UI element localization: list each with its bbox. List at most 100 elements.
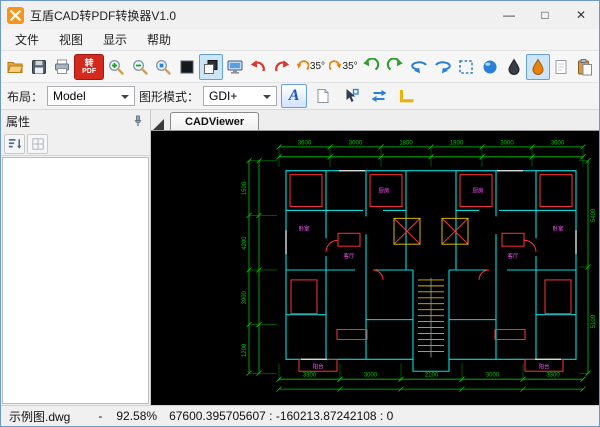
background-toggle-button[interactable] xyxy=(199,54,223,80)
open-button[interactable] xyxy=(3,54,27,80)
color-ink-button[interactable] xyxy=(526,54,550,80)
text-display-button[interactable]: A xyxy=(281,84,307,108)
convert-pdf-button[interactable]: 转 PDF xyxy=(74,54,104,80)
print-button[interactable] xyxy=(51,54,75,80)
rotate-ccw-button[interactable] xyxy=(359,54,383,80)
menu-help[interactable]: 帮助 xyxy=(137,29,181,50)
layout-label: 布局： xyxy=(7,88,43,105)
redo-arrow-icon xyxy=(273,58,291,76)
graphics-mode-label: 图形模式： xyxy=(139,88,199,105)
save-floppy-icon xyxy=(30,58,48,76)
cad-canvas[interactable]: 3600 3000 1800 1800 3000 3600 3300 3000 … xyxy=(151,131,599,405)
dimension-label: 3000 xyxy=(486,373,500,379)
status-bar: 示例图.dwg - 92.58% 67600.395705607 : -1602… xyxy=(1,405,599,426)
zoom-in-icon xyxy=(107,58,125,76)
view-toolbar: 布局： Model 图形模式： GDI+ A xyxy=(1,83,599,110)
zoom-out-icon xyxy=(131,58,149,76)
main-area: 属性 CADViewer xyxy=(1,110,599,405)
room-label: 卧室 xyxy=(299,224,311,232)
status-zoom-level: 92.58% xyxy=(116,409,157,423)
blank-page-button[interactable] xyxy=(550,54,574,80)
dimension-label: 1500 xyxy=(242,181,248,195)
dimension-label: 3000 xyxy=(349,140,363,146)
black-background-button[interactable] xyxy=(175,54,199,80)
undo-button[interactable] xyxy=(247,54,271,80)
status-filename: 示例图.dwg xyxy=(9,408,70,425)
pdf-button-line2: PDF xyxy=(82,68,96,75)
floor-plan-drawing: 3600 3000 1800 1800 3000 3600 3300 3000 … xyxy=(151,131,599,405)
tab-bar: CADViewer xyxy=(151,110,599,131)
grid-icon xyxy=(30,136,46,152)
window-title: 互盾CAD转PDF转换器V1.0 xyxy=(30,7,176,24)
dimension-label: 5100 xyxy=(591,314,597,328)
rotate-cw-button[interactable] xyxy=(383,54,407,80)
dimension-label: 1800 xyxy=(399,140,413,146)
dimension-label: 1800 xyxy=(450,140,464,146)
properties-toolbar xyxy=(1,132,150,156)
dark-droplet-icon xyxy=(505,58,523,76)
select-region-button[interactable] xyxy=(455,54,479,80)
layout-selected-value: Model xyxy=(53,89,86,103)
layout-select[interactable]: Model xyxy=(47,86,135,106)
dimension-label: 1200 xyxy=(242,343,248,357)
monitor-icon xyxy=(226,58,244,76)
maximize-button[interactable]: □ xyxy=(527,1,563,29)
clipboard-icon xyxy=(576,58,594,76)
properties-title: 属性 xyxy=(6,113,30,130)
grid-view-button[interactable] xyxy=(27,134,48,154)
chevron-down-icon xyxy=(121,95,129,103)
dimension-label: 5400 xyxy=(591,208,597,222)
menu-file[interactable]: 文件 xyxy=(5,29,49,50)
corner-line-icon xyxy=(398,87,416,105)
dimension-label: 3000 xyxy=(500,140,514,146)
dimension-label: 3000 xyxy=(364,373,378,379)
sort-button[interactable] xyxy=(4,134,25,154)
fit-screen-button[interactable] xyxy=(223,54,247,80)
chevron-down-icon xyxy=(263,95,271,103)
title-bar: 互盾CAD转PDF转换器V1.0 — □ ✕ xyxy=(1,1,599,29)
printer-icon xyxy=(53,58,71,76)
open-folder-icon xyxy=(6,58,24,76)
menu-bar: 文件 视图 显示 帮助 xyxy=(1,29,599,51)
rotate-right-arc-icon xyxy=(329,60,342,73)
dimension-label: 3600 xyxy=(551,140,565,146)
pin-icon[interactable] xyxy=(131,114,145,128)
undo-arrow-icon xyxy=(249,58,267,76)
zoom-in-button[interactable] xyxy=(104,54,128,80)
snap-pick-button[interactable] xyxy=(339,83,363,109)
cursor-pick-icon xyxy=(342,87,360,105)
blue-sphere-icon xyxy=(481,58,499,76)
sort-icon xyxy=(7,136,23,152)
properties-header: 属性 xyxy=(1,110,150,132)
redo-button[interactable] xyxy=(270,54,294,80)
swap-view-button[interactable] xyxy=(367,83,391,109)
rotate-right-angle-label: 35° xyxy=(343,61,358,72)
graphics-mode-select[interactable]: GDI+ xyxy=(203,86,277,106)
zoom-extents-button[interactable] xyxy=(152,54,176,80)
save-button[interactable] xyxy=(27,54,51,80)
room-label: 阳台 xyxy=(539,362,551,370)
tab-cadviewer[interactable]: CADViewer xyxy=(170,112,259,130)
menu-view[interactable]: 视图 xyxy=(49,29,93,50)
spin-left-button[interactable] xyxy=(407,54,431,80)
black-square-icon xyxy=(178,58,196,76)
menu-display[interactable]: 显示 xyxy=(93,29,137,50)
white-page-button[interactable] xyxy=(311,83,335,109)
minimize-button[interactable]: — xyxy=(491,1,527,29)
corner-measure-button[interactable] xyxy=(395,83,419,109)
room-label: 卧室 xyxy=(553,224,565,232)
paste-button[interactable] xyxy=(573,54,597,80)
zoom-extents-icon xyxy=(154,58,172,76)
spin-right-button[interactable] xyxy=(431,54,455,80)
mono-ink-button[interactable] xyxy=(502,54,526,80)
rotate-left-angle-label: 35° xyxy=(310,61,325,72)
swap-arrows-icon xyxy=(370,87,388,105)
properties-content[interactable] xyxy=(2,157,149,404)
zoom-out-button[interactable] xyxy=(128,54,152,80)
blank-page-icon xyxy=(552,58,570,76)
close-button[interactable]: ✕ xyxy=(563,1,599,29)
status-separator: - xyxy=(98,409,102,423)
rotate-left-35-button[interactable]: 35° xyxy=(294,54,327,80)
rotate-right-35-button[interactable]: 35° xyxy=(327,54,360,80)
sphere-render-button[interactable] xyxy=(478,54,502,80)
